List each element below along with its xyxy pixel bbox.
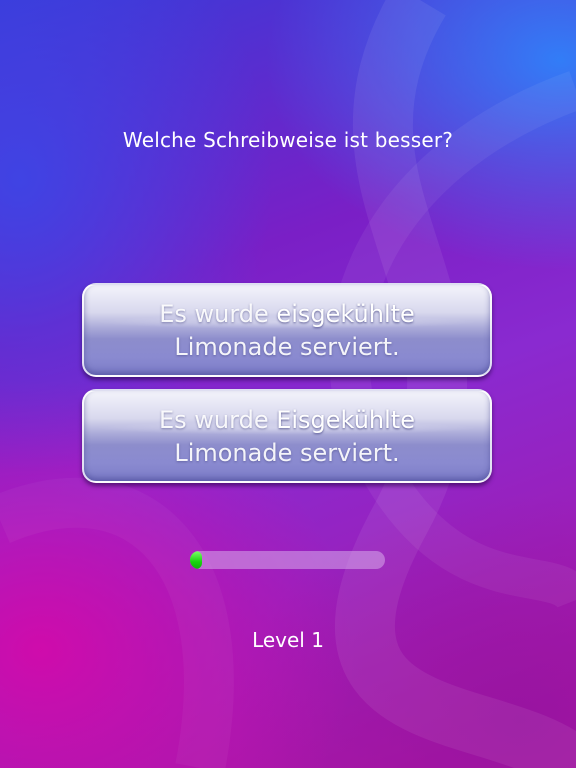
- answer-line-2: Limonade serviert.: [174, 333, 400, 361]
- question-text: Welche Schreibweise ist besser?: [122, 128, 454, 152]
- answer-prefix: Es wurde: [159, 406, 277, 434]
- background-swirl: [0, 0, 576, 768]
- answer-keyword: Eisgekühlte: [276, 406, 415, 434]
- progress-bar: [190, 551, 385, 569]
- answer-line-1: Es wurde Eisgekühlte: [84, 404, 490, 437]
- answer-prefix: Es wurde: [159, 300, 277, 328]
- answer-line-2: Limonade serviert.: [174, 439, 400, 467]
- level-label: Level 1: [252, 628, 324, 652]
- answer-line-1: Es wurde eisgekühlte: [84, 298, 490, 331]
- answer-keyword: eisgekühlte: [276, 300, 415, 328]
- answer-option-2-button[interactable]: Es wurde Eisgekühlte Limonade serviert.: [82, 389, 492, 483]
- progress-fill: [190, 551, 202, 569]
- answer-option-1-button[interactable]: Es wurde eisgekühlte Limonade serviert.: [82, 283, 492, 377]
